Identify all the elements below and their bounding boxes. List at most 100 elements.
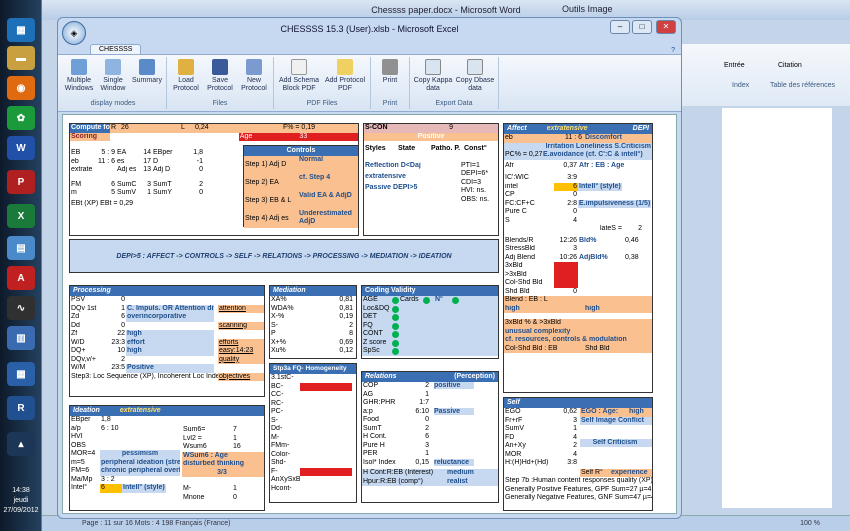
- med-label: S-: [271, 321, 278, 329]
- group-label: Export Data: [435, 100, 473, 107]
- check-icon: [392, 305, 399, 313]
- minimize-button[interactable]: –: [610, 20, 630, 34]
- word-ribbon: Entrée Citation Index Table des référenc…: [666, 44, 850, 106]
- worksheet[interactable]: Compute for R 26 L 0,24 F% = 0,19 Scorin…: [62, 114, 677, 514]
- green-app-icon[interactable]: ✿: [7, 106, 35, 130]
- scoring-button[interactable]: Scoring: [70, 132, 110, 141]
- eb-cell: EB: [71, 149, 81, 156]
- pdf-icon[interactable]: A: [7, 266, 35, 290]
- stp3a-bar: [300, 417, 352, 426]
- load-protocol-button[interactable]: Load Protocol: [169, 57, 203, 100]
- mediation-row: S- 2: [270, 322, 356, 331]
- blend-row: StressBld 3: [504, 245, 652, 254]
- unusual-complexity: unusual complexity: [505, 327, 571, 335]
- ego-high: high: [629, 408, 644, 415]
- controls-row: Step 4) Adj es Underestimated AdjD: [244, 210, 358, 228]
- proc-note: [126, 296, 214, 305]
- eb-cell: extratensive: [71, 166, 92, 173]
- save-protocol-button[interactable]: Save Protocol: [203, 57, 237, 100]
- affect-value: 3:9: [567, 174, 577, 181]
- help-icon[interactable]: ?: [671, 47, 675, 54]
- idea-value: pessimism: [100, 450, 180, 459]
- stp3a-bar: [300, 467, 352, 476]
- add-protocol-pdf-button[interactable]: Add Protocol PDF: [322, 57, 368, 100]
- proc-label: DQv,v/+: [71, 355, 96, 363]
- idea-label: Intel°: [71, 484, 88, 491]
- summary-button[interactable]: Summary: [130, 57, 164, 100]
- processing-row: W/D 23:3 effort: [70, 338, 216, 347]
- copy-kappa-button[interactable]: Copy Kappa data: [412, 57, 454, 100]
- add-schema-pdf-button[interactable]: Add Schema Block PDF: [276, 57, 322, 100]
- self-label: H:(H)Hd+(Hd): [505, 459, 549, 466]
- word-citation-button[interactable]: Citation: [778, 62, 802, 69]
- proc-label: Dd: [71, 321, 80, 329]
- windows-explorer-icon[interactable]: ▦: [7, 18, 35, 42]
- afr-value: 0,37: [563, 161, 577, 169]
- mediation-title: Mediation: [270, 286, 356, 296]
- office-button[interactable]: ◈: [62, 21, 86, 45]
- fm-cell: SumC': [117, 180, 136, 188]
- relations-positive: positive: [434, 382, 474, 389]
- document-icon[interactable]: ▤: [7, 236, 35, 260]
- med-value: 0,69: [339, 338, 353, 346]
- controls-row: Step 1) Adj D Normal: [244, 156, 358, 174]
- rel-value: 0: [425, 416, 429, 423]
- rel-value: 2: [425, 382, 429, 389]
- disturbed-thinking: disturbed thinking: [183, 460, 245, 467]
- idea-label: EBper: [71, 416, 91, 423]
- folder-icon[interactable]: ▬: [7, 46, 35, 70]
- self-row: Fr+rF 3: [504, 417, 580, 426]
- summary-icon: [139, 59, 155, 75]
- f-pct: F% = 0,19: [282, 124, 316, 131]
- taskbar-clock[interactable]: 14:38 jeudi 27/09/2012: [0, 486, 42, 516]
- scon-line: Passive DEPI>5: [364, 184, 460, 195]
- table-icon[interactable]: ▦: [7, 362, 35, 386]
- group-print: Print Print: [371, 57, 410, 109]
- stp3a-row: PC-: [270, 408, 356, 417]
- blend-label: StressBld: [505, 245, 535, 252]
- controls-step: Step 2) EA: [244, 174, 298, 192]
- print-button[interactable]: Print: [373, 57, 407, 100]
- new-protocol-button[interactable]: New Protocol: [237, 57, 271, 100]
- word-icon[interactable]: W: [7, 136, 35, 160]
- proc-value: 2: [121, 355, 125, 363]
- excel-icon[interactable]: X: [7, 204, 35, 228]
- single-window-button[interactable]: Single Window: [96, 57, 130, 100]
- proc-note: effort: [126, 338, 214, 347]
- stp3a-bar: [300, 382, 352, 391]
- affect-eb-value: 11 : 6: [565, 134, 582, 141]
- word-entree-button[interactable]: Entrée: [724, 62, 745, 69]
- multiple-windows-button[interactable]: Multiple Windows: [62, 57, 96, 100]
- scon-line-text: Passive DEPI>5: [365, 183, 418, 191]
- relations-rows: COP 2 AG 1 GHR:PHR 1:7 a:p 6:10 Food 0 SumT 2 H Cont…: [362, 382, 432, 467]
- word-zoom[interactable]: 100 %: [800, 520, 820, 527]
- ribbon: Multiple Windows Single Window Summary d…: [58, 54, 681, 112]
- copy-dbase-button[interactable]: Copy Dbase data: [454, 57, 496, 100]
- scon-indices: PTI=1 DEPI=6* CDI=3 HVI: ns. OBS: ns.: [460, 162, 498, 205]
- affect-row: S4: [504, 217, 652, 226]
- med-label: XA%: [271, 296, 287, 303]
- bld-pct: Bld%: [579, 236, 597, 244]
- fm-cell: 1: [147, 189, 151, 196]
- check-icon: [392, 348, 399, 355]
- rel-value: 0,15: [415, 458, 429, 466]
- new-user-icon: [246, 59, 262, 75]
- maximize-button[interactable]: □: [632, 20, 652, 34]
- coding-row: Loc&DQ: [362, 304, 498, 313]
- idea-value: 6 : 10: [101, 424, 119, 432]
- stp3a-label: F-: [271, 467, 278, 475]
- close-button[interactable]: ✕: [656, 20, 676, 34]
- monitor-icon[interactable]: ∿: [7, 296, 35, 320]
- proc-note: C. Impuls. OR Attention diff.: [126, 304, 214, 313]
- scon-value: 9: [449, 124, 453, 131]
- r-app-icon[interactable]: R: [7, 396, 35, 420]
- scon-index: PTI=1: [460, 162, 498, 171]
- rel-label: Isol* Index: [363, 458, 396, 466]
- firefox-icon[interactable]: ◉: [7, 76, 35, 100]
- powerpoint-icon[interactable]: P: [7, 170, 35, 194]
- scon-col: Styles: [365, 145, 386, 152]
- word-document-page[interactable]: [722, 108, 832, 508]
- spreadsheet-icon[interactable]: ▥: [7, 326, 35, 350]
- self-label: Fr+rF: [505, 416, 523, 424]
- tab-chessss[interactable]: CHESSSS: [90, 44, 142, 54]
